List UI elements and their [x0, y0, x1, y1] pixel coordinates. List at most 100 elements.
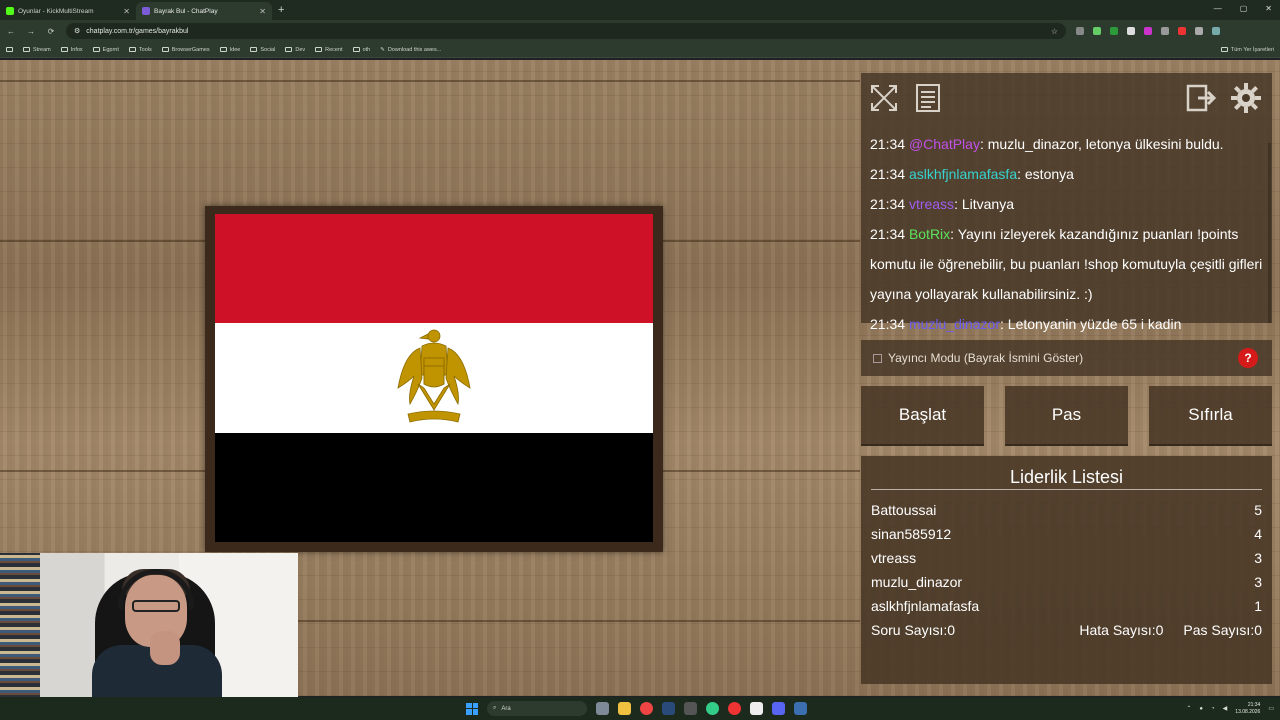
url-input[interactable]: ⚙ chatplay.com.tr/games/bayrakbul ☆ — [66, 23, 1066, 39]
panel-toolbar — [861, 73, 1272, 123]
tab-label: Bayrak Bul - ChatPlay — [154, 7, 218, 15]
app-icon[interactable] — [706, 702, 719, 715]
task-view-icon[interactable] — [596, 702, 609, 715]
folder-icon — [352, 47, 360, 52]
system-tray: ⌃ ● ◔ ◀ 21:34 13.08.2026 ▭ — [1186, 697, 1274, 720]
pass-button[interactable]: Pas — [1005, 386, 1128, 446]
notifications-icon[interactable]: ▭ — [1268, 705, 1274, 712]
streamer-hand — [150, 631, 180, 665]
app-icon[interactable] — [794, 702, 807, 715]
browser-icon[interactable] — [728, 702, 741, 715]
extension-icon[interactable] — [1127, 27, 1135, 35]
extension-icon[interactable] — [1110, 27, 1118, 35]
bookmark-folder[interactable]: Egprnt — [92, 47, 119, 53]
volume-icon[interactable]: ◀ — [1223, 705, 1228, 712]
file-explorer-icon[interactable] — [618, 702, 631, 715]
player-name: aslkhfjnlamafasfa — [871, 598, 980, 614]
player-name: vtreass — [871, 550, 917, 566]
steam-icon[interactable] — [662, 702, 675, 715]
network-icon[interactable]: ◔ — [1211, 706, 1215, 712]
start-button[interactable]: Başlat — [861, 386, 984, 446]
folder-icon — [285, 47, 293, 52]
chat-username[interactable]: BotRix — [909, 226, 950, 242]
site-info-icon[interactable]: ⚙ — [74, 27, 80, 35]
maximize-button[interactable]: ▢ — [1240, 4, 1248, 13]
leaderboard-row: Battoussai 5 — [871, 498, 1262, 522]
extension-icon[interactable] — [1195, 27, 1203, 35]
bookmark-label: Recent — [325, 46, 343, 53]
chat-username[interactable]: muzlu_dinazor — [909, 316, 1000, 332]
windows-start-icon[interactable] — [466, 702, 478, 715]
bookmark-folder[interactable]: Stream — [23, 47, 51, 53]
streamer-mode-row: Yayıncı Modu (Bayrak İsmini Göster) ? — [861, 340, 1272, 376]
close-tab-icon[interactable]: ✕ — [259, 7, 266, 16]
bookmark-folder[interactable]: Infox — [60, 46, 83, 53]
close-window-button[interactable]: ✕ — [1265, 4, 1272, 13]
chat-scrollbar[interactable] — [1268, 143, 1271, 323]
extension-icon[interactable] — [1144, 27, 1152, 35]
streamer-mode-checkbox[interactable] — [873, 353, 882, 363]
bookmark-star-icon[interactable]: ☆ — [1051, 27, 1058, 36]
bookmark-folder[interactable]: Dev — [285, 47, 305, 53]
flag-band-bottom — [215, 432, 653, 542]
folder-icon — [128, 47, 136, 52]
folder-icon — [250, 47, 258, 52]
gear-icon[interactable] — [1229, 81, 1263, 115]
clock-date: 13.08.2026 — [1235, 708, 1261, 715]
chat-username[interactable]: @ChatPlay — [909, 136, 980, 152]
app-icon[interactable] — [684, 702, 697, 715]
extension-icon[interactable] — [1093, 27, 1101, 35]
flag-image — [215, 214, 653, 542]
reset-button[interactable]: Sıfırla — [1149, 386, 1272, 446]
chat-time: 21:34 — [870, 226, 906, 242]
discord-icon[interactable] — [772, 702, 785, 715]
kick-favicon-icon — [6, 7, 14, 15]
pass-count: Pas Sayısı:0 — [1183, 622, 1262, 638]
back-icon[interactable]: ← — [6, 27, 16, 36]
chrome-icon[interactable] — [640, 702, 653, 715]
bookmark-folder[interactable]: Tools — [128, 46, 152, 53]
forward-icon[interactable]: → — [26, 27, 36, 36]
leaderboard-row: vtreass 3 — [871, 546, 1262, 570]
browser-tab-2[interactable]: Bayrak Bul - ChatPlay ✕ — [136, 2, 272, 20]
tray-icon[interactable]: ● — [1199, 706, 1203, 712]
fullscreen-icon[interactable] — [867, 81, 901, 115]
chat-message: 21:34 aslkhfjnlamafasfa: estonya — [870, 159, 1265, 189]
bookshelf — [0, 553, 40, 699]
bookmark-folder[interactable]: Recent — [315, 46, 343, 53]
profile-avatar[interactable] — [1212, 27, 1220, 35]
bookmark-label: BrowserGames — [171, 46, 210, 53]
bookmark-folder[interactable]: BrowserGames — [161, 46, 210, 53]
bookmark-folder[interactable]: Idee — [219, 47, 240, 53]
tray-chevron-icon[interactable]: ⌃ — [1186, 705, 1191, 712]
new-tab-icon[interactable]: + — [278, 4, 284, 16]
close-tab-icon[interactable]: ✕ — [123, 7, 130, 16]
all-bookmarks[interactable]: Tüm Yer İşaretleri — [1220, 47, 1274, 53]
bookmark-apps[interactable] — [6, 47, 13, 52]
bookmark-label: Infox — [70, 46, 83, 53]
clock[interactable]: 21:34 13.08.2026 — [1235, 702, 1260, 716]
streamer-mode-label: Yayıncı Modu (Bayrak İsmini Göster) — [888, 351, 1084, 365]
bookmark-folder[interactable]: oth — [352, 47, 370, 53]
extension-icon[interactable] — [1161, 27, 1169, 35]
app-icon[interactable] — [750, 702, 763, 715]
exit-icon[interactable] — [1185, 81, 1219, 115]
minimize-button[interactable]: — — [1214, 4, 1222, 13]
extension-icon[interactable] — [1178, 27, 1186, 35]
chat-username[interactable]: aslkhfjnlamafasfa — [909, 166, 1017, 182]
folder-icon — [315, 47, 323, 52]
chat-text: : Litvanya — [954, 196, 1014, 212]
bookmark-label: Tools — [138, 46, 152, 53]
taskbar-search[interactable]: ⌕ Ara — [487, 701, 587, 716]
flag-frame — [205, 206, 663, 552]
help-button[interactable]: ? — [1238, 348, 1258, 368]
reload-icon[interactable]: ⟳ — [46, 27, 56, 36]
folder-icon — [161, 47, 169, 52]
chat-log: 21:34 @ChatPlay: muzlu_dinazor, letonya … — [870, 129, 1265, 339]
browser-tab-1[interactable]: Oyunlar - KickMultiStream ✕ — [0, 2, 136, 20]
extension-icon[interactable] — [1076, 27, 1084, 35]
bookmark-folder[interactable]: Social — [250, 47, 275, 53]
chat-username[interactable]: vtreass — [909, 196, 954, 212]
list-icon[interactable] — [911, 81, 945, 115]
bookmark-link[interactable]: ✎ Download this awes... — [380, 47, 441, 53]
